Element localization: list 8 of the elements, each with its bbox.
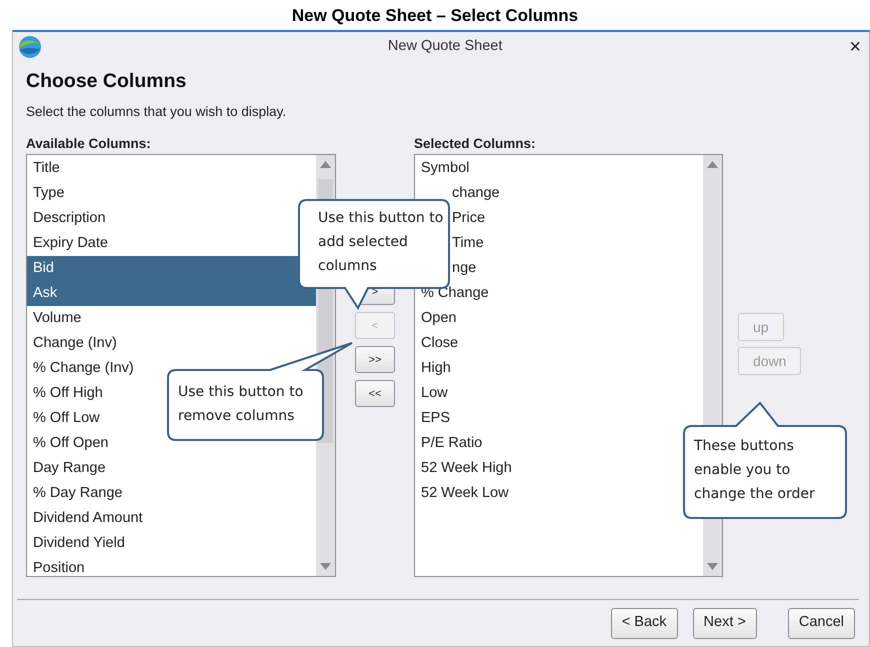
list-label: Available Columns:: [26, 135, 152, 154]
window-title: New Quote Sheet: [386, 37, 504, 56]
callout-tooltip: These buttons enable you to change the order: [682, 401, 848, 520]
callout-tooltip: Use this button to remove columns: [166, 341, 354, 442]
list-label: Selected Columns:: [414, 135, 537, 154]
page-heading: Choose Columns: [26, 70, 188, 92]
document-caption: New Quote Sheet – Select Columns: [290, 5, 580, 27]
instructions-text: Select the columns that you wish to display.: [26, 103, 288, 121]
